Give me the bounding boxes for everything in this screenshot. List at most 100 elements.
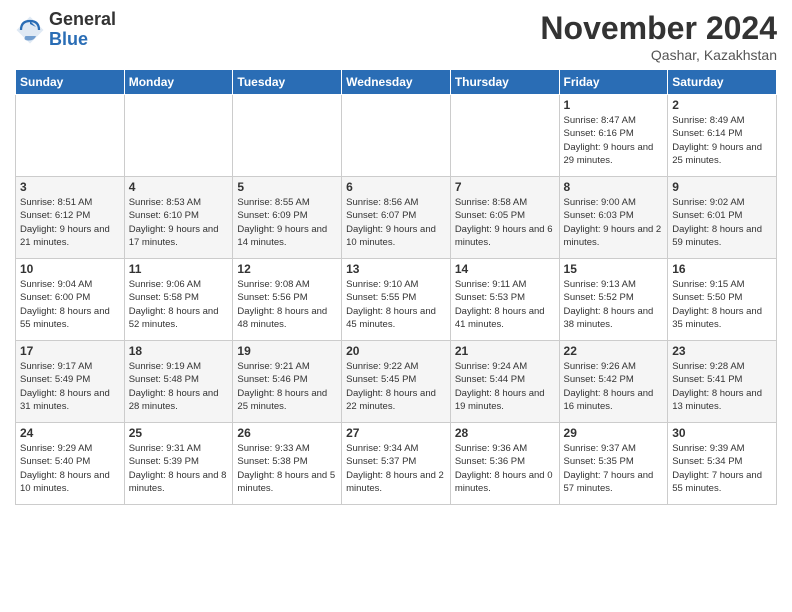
calendar-cell: 30Sunrise: 9:39 AM Sunset: 5:34 PM Dayli…	[668, 423, 777, 505]
day-number: 28	[455, 426, 555, 440]
calendar-table: SundayMondayTuesdayWednesdayThursdayFrid…	[15, 69, 777, 505]
day-number: 21	[455, 344, 555, 358]
day-info: Sunrise: 9:17 AM Sunset: 5:49 PM Dayligh…	[20, 360, 120, 413]
day-info: Sunrise: 8:53 AM Sunset: 6:10 PM Dayligh…	[129, 196, 229, 249]
month-title: November 2024	[540, 10, 777, 47]
day-info: Sunrise: 9:29 AM Sunset: 5:40 PM Dayligh…	[20, 442, 120, 495]
logo-icon	[15, 15, 45, 45]
day-info: Sunrise: 8:56 AM Sunset: 6:07 PM Dayligh…	[346, 196, 446, 249]
page-container: General Blue November 2024 Qashar, Kazak…	[0, 0, 792, 515]
calendar-cell: 29 Sunrise: 9:37 AM Sunset: 5:35 PM Dayli…	[559, 423, 668, 505]
logo-text: General Blue	[49, 10, 116, 50]
day-number: 6	[346, 180, 446, 194]
calendar-week-3: 10 Sunrise: 9:04 AM Sunset: 6:00 PM Dayli…	[16, 259, 777, 341]
calendar-cell: 14 Sunrise: 9:11 AM Sunset: 5:53 PM Dayli…	[450, 259, 559, 341]
calendar-cell: 15 Sunrise: 9:13 AM Sunset: 5:52 PM Dayli…	[559, 259, 668, 341]
calendar-cell: 17Sunrise: 9:17 AM Sunset: 5:49 PM Dayli…	[16, 341, 125, 423]
day-number: 9	[672, 180, 772, 194]
weekday-header-thursday: Thursday	[450, 70, 559, 95]
calendar-header: SundayMondayTuesdayWednesdayThursdayFrid…	[16, 70, 777, 95]
day-number: 15	[564, 262, 664, 276]
day-number: 13	[346, 262, 446, 276]
calendar-cell: 16Sunrise: 9:15 AM Sunset: 5:50 PM Dayli…	[668, 259, 777, 341]
day-number: 5	[237, 180, 337, 194]
calendar-cell: 11 Sunrise: 9:06 AM Sunset: 5:58 PM Dayli…	[124, 259, 233, 341]
day-info: Sunrise: 9:15 AM Sunset: 5:50 PM Dayligh…	[672, 278, 772, 331]
weekday-header-sunday: Sunday	[16, 70, 125, 95]
calendar-cell: 6 Sunrise: 8:56 AM Sunset: 6:07 PM Daylig…	[342, 177, 451, 259]
day-info: Sunrise: 9:08 AM Sunset: 5:56 PM Dayligh…	[237, 278, 337, 331]
day-info: Sunrise: 8:47 AM Sunset: 6:16 PM Dayligh…	[564, 114, 664, 167]
calendar-cell: 22 Sunrise: 9:26 AM Sunset: 5:42 PM Dayli…	[559, 341, 668, 423]
calendar-week-2: 3 Sunrise: 8:51 AM Sunset: 6:12 PM Daylig…	[16, 177, 777, 259]
logo-general-text: General	[49, 10, 116, 30]
day-info: Sunrise: 9:36 AM Sunset: 5:36 PM Dayligh…	[455, 442, 555, 495]
weekday-header-monday: Monday	[124, 70, 233, 95]
calendar-cell: 3 Sunrise: 8:51 AM Sunset: 6:12 PM Daylig…	[16, 177, 125, 259]
weekday-header-row: SundayMondayTuesdayWednesdayThursdayFrid…	[16, 70, 777, 95]
calendar-cell	[124, 95, 233, 177]
day-info: Sunrise: 8:55 AM Sunset: 6:09 PM Dayligh…	[237, 196, 337, 249]
day-info: Sunrise: 9:24 AM Sunset: 5:44 PM Dayligh…	[455, 360, 555, 413]
day-info: Sunrise: 9:04 AM Sunset: 6:00 PM Dayligh…	[20, 278, 120, 331]
day-info: Sunrise: 9:37 AM Sunset: 5:35 PM Dayligh…	[564, 442, 664, 495]
calendar-cell: 7 Sunrise: 8:58 AM Sunset: 6:05 PM Daylig…	[450, 177, 559, 259]
day-info: Sunrise: 9:02 AM Sunset: 6:01 PM Dayligh…	[672, 196, 772, 249]
day-info: Sunrise: 8:58 AM Sunset: 6:05 PM Dayligh…	[455, 196, 555, 249]
day-number: 1	[564, 98, 664, 112]
day-number: 4	[129, 180, 229, 194]
day-info: Sunrise: 9:10 AM Sunset: 5:55 PM Dayligh…	[346, 278, 446, 331]
calendar-cell: 2Sunrise: 8:49 AM Sunset: 6:14 PM Daylig…	[668, 95, 777, 177]
calendar-cell	[16, 95, 125, 177]
day-info: Sunrise: 9:28 AM Sunset: 5:41 PM Dayligh…	[672, 360, 772, 413]
day-number: 12	[237, 262, 337, 276]
day-info: Sunrise: 9:22 AM Sunset: 5:45 PM Dayligh…	[346, 360, 446, 413]
day-number: 2	[672, 98, 772, 112]
calendar-week-5: 24 Sunrise: 9:29 AM Sunset: 5:40 PM Dayli…	[16, 423, 777, 505]
day-number: 29	[564, 426, 664, 440]
header: General Blue November 2024 Qashar, Kazak…	[15, 10, 777, 63]
calendar-cell: 25Sunrise: 9:31 AM Sunset: 5:39 PM Dayli…	[124, 423, 233, 505]
weekday-header-friday: Friday	[559, 70, 668, 95]
day-number: 8	[564, 180, 664, 194]
weekday-header-wednesday: Wednesday	[342, 70, 451, 95]
calendar-cell: 24 Sunrise: 9:29 AM Sunset: 5:40 PM Dayli…	[16, 423, 125, 505]
day-info: Sunrise: 9:11 AM Sunset: 5:53 PM Dayligh…	[455, 278, 555, 331]
calendar-cell: 27Sunrise: 9:34 AM Sunset: 5:37 PM Dayli…	[342, 423, 451, 505]
day-number: 20	[346, 344, 446, 358]
calendar-cell	[450, 95, 559, 177]
logo: General Blue	[15, 10, 116, 50]
calendar-cell: 4 Sunrise: 8:53 AM Sunset: 6:10 PM Daylig…	[124, 177, 233, 259]
calendar-week-1: 1 Sunrise: 8:47 AM Sunset: 6:16 PM Daylig…	[16, 95, 777, 177]
calendar-cell: 23Sunrise: 9:28 AM Sunset: 5:41 PM Dayli…	[668, 341, 777, 423]
day-number: 7	[455, 180, 555, 194]
day-info: Sunrise: 9:06 AM Sunset: 5:58 PM Dayligh…	[129, 278, 229, 331]
calendar-week-4: 17Sunrise: 9:17 AM Sunset: 5:49 PM Dayli…	[16, 341, 777, 423]
day-info: Sunrise: 9:00 AM Sunset: 6:03 PM Dayligh…	[564, 196, 664, 249]
day-info: Sunrise: 9:13 AM Sunset: 5:52 PM Dayligh…	[564, 278, 664, 331]
day-info: Sunrise: 9:33 AM Sunset: 5:38 PM Dayligh…	[237, 442, 337, 495]
day-info: Sunrise: 9:39 AM Sunset: 5:34 PM Dayligh…	[672, 442, 772, 495]
calendar-cell: 19Sunrise: 9:21 AM Sunset: 5:46 PM Dayli…	[233, 341, 342, 423]
day-info: Sunrise: 8:51 AM Sunset: 6:12 PM Dayligh…	[20, 196, 120, 249]
calendar-cell: 9 Sunrise: 9:02 AM Sunset: 6:01 PM Daylig…	[668, 177, 777, 259]
day-info: Sunrise: 9:19 AM Sunset: 5:48 PM Dayligh…	[129, 360, 229, 413]
calendar-cell: 20 Sunrise: 9:22 AM Sunset: 5:45 PM Dayli…	[342, 341, 451, 423]
day-number: 11	[129, 262, 229, 276]
calendar-cell: 1 Sunrise: 8:47 AM Sunset: 6:16 PM Daylig…	[559, 95, 668, 177]
calendar-cell	[342, 95, 451, 177]
day-info: Sunrise: 9:26 AM Sunset: 5:42 PM Dayligh…	[564, 360, 664, 413]
weekday-header-saturday: Saturday	[668, 70, 777, 95]
calendar-cell: 28 Sunrise: 9:36 AM Sunset: 5:36 PM Dayli…	[450, 423, 559, 505]
day-number: 24	[20, 426, 120, 440]
weekday-header-tuesday: Tuesday	[233, 70, 342, 95]
day-number: 14	[455, 262, 555, 276]
calendar-body: 1 Sunrise: 8:47 AM Sunset: 6:16 PM Daylig…	[16, 95, 777, 505]
calendar-cell: 13 Sunrise: 9:10 AM Sunset: 5:55 PM Dayli…	[342, 259, 451, 341]
day-number: 22	[564, 344, 664, 358]
day-number: 26	[237, 426, 337, 440]
calendar-cell: 5 Sunrise: 8:55 AM Sunset: 6:09 PM Daylig…	[233, 177, 342, 259]
day-info: Sunrise: 9:31 AM Sunset: 5:39 PM Dayligh…	[129, 442, 229, 495]
day-number: 10	[20, 262, 120, 276]
day-number: 3	[20, 180, 120, 194]
